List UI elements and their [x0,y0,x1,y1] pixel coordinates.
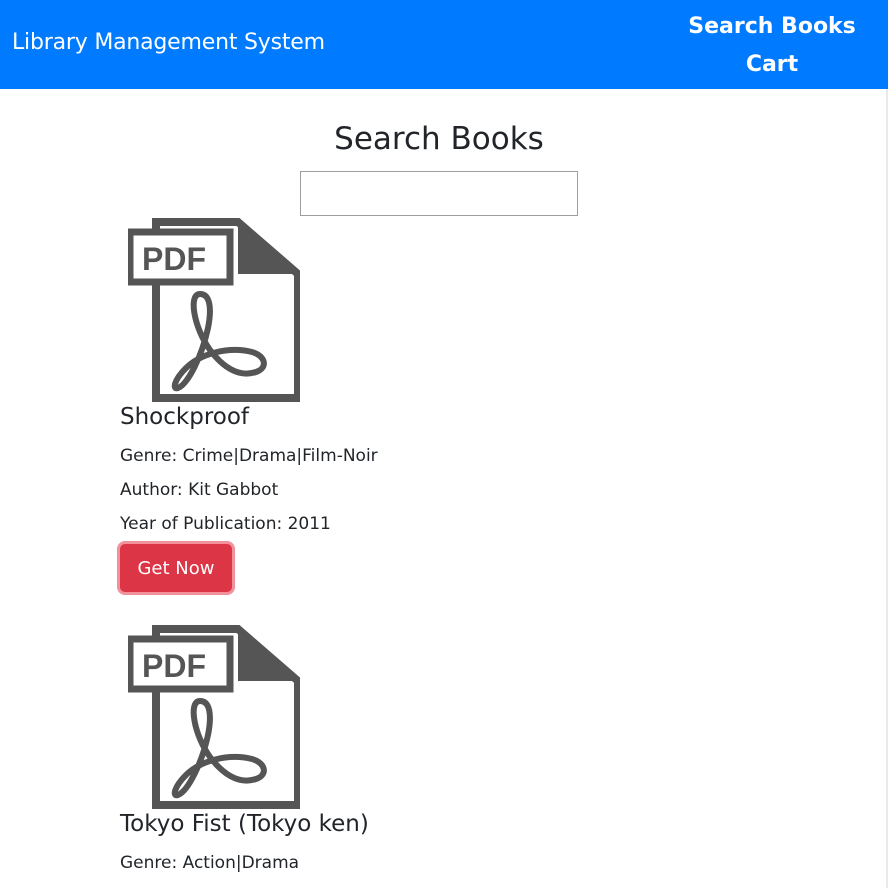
book-title: Shockproof [120,404,250,430]
book-author: Author: Kit Gabbot [120,480,279,500]
nav-links: Search Books Cart [688,8,856,84]
svg-text:PDF: PDF [142,241,206,277]
navbar: Library Management System Search Books C… [0,0,888,89]
pdf-file-icon: PDF [128,218,300,402]
nav-search-books-link[interactable]: Search Books [688,8,856,46]
nav-cart-link[interactable]: Cart [746,46,798,84]
book-genre: Genre: Action|Drama [120,853,300,873]
svg-text:PDF: PDF [142,648,206,684]
page-title: Search Books [334,121,544,157]
book-genre: Genre: Crime|Drama|Film-Noir [120,446,378,466]
brand-title[interactable]: Library Management System [12,30,325,55]
pdf-file-icon: PDF [128,625,300,809]
get-now-button[interactable]: Get Now [120,544,232,592]
book-title: Tokyo Fist (Tokyo ken) [120,811,369,837]
search-input[interactable] [300,171,578,216]
book-year: Year of Publication: 2011 [120,514,331,534]
